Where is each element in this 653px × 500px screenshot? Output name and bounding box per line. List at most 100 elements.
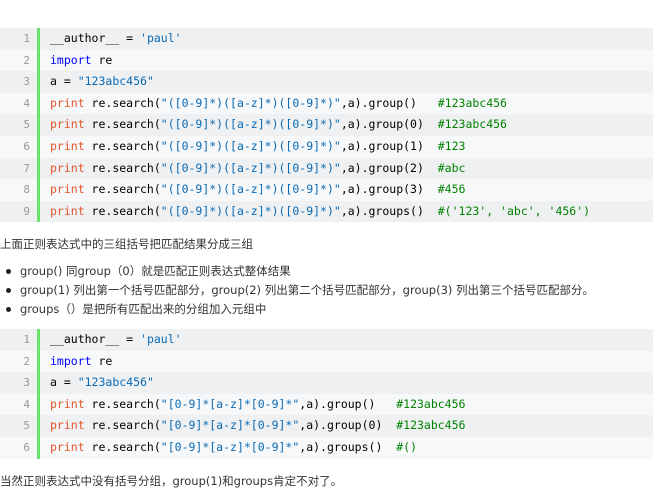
code-token: ,a).group(3) <box>340 182 438 197</box>
code-text: import re <box>50 50 112 72</box>
line-number: 1 <box>23 32 30 45</box>
code-token: 'paul' <box>140 31 182 45</box>
line-number: 5 <box>23 419 30 433</box>
code-text: print re.search("([0-9]*)([a-z]*)([0-9]*… <box>50 179 465 201</box>
code-line: 3 a = "123abc456" <box>0 71 653 93</box>
gutter-bar <box>37 49 40 72</box>
code-token: ,a).groups() <box>299 439 397 454</box>
line-number: 6 <box>23 139 30 153</box>
code-token: "[0-9]*[a-z]*[0-9]*" <box>160 439 300 454</box>
code-line: 7 print re.search("([0-9]*)([a-z]*)([0-9]… <box>0 157 653 180</box>
gutter-bar <box>37 393 40 416</box>
gutter-bar <box>37 28 40 50</box>
code-text: print re.search("([0-9]*)([a-z]*)([0-9]*… <box>50 114 507 136</box>
code-line: 8 print re.search("([0-9]*)([a-z]*)([0-9]… <box>0 179 653 201</box>
code-token: #('123', 'abc', '456') <box>437 203 591 218</box>
list-item: groups（）是把所有匹配出来的分组加入元组中 <box>0 300 594 319</box>
code-line: 2 import re <box>0 49 653 72</box>
code-token: "([0-9]*)([a-z]*)([0-9]*)" <box>160 117 341 132</box>
gutter-bar <box>37 157 40 180</box>
code-token: re.search( <box>84 418 161 433</box>
code-token: import <box>50 353 92 368</box>
line-number: 3 <box>23 376 30 390</box>
code-text: print re.search("[0-9]*[a-z]*[0-9]*",a).… <box>50 415 465 437</box>
list-item: group(1) 列出第一个括号匹配部分，group(2) 列出第二个括号匹配部… <box>0 281 594 300</box>
code-line: 1 __author__ = 'paul' <box>0 329 653 351</box>
code-token: print <box>50 439 85 454</box>
code-token: re <box>91 353 113 368</box>
gutter-bar <box>37 350 40 373</box>
line-number: 6 <box>23 440 30 454</box>
line-number: 3 <box>23 75 30 89</box>
code-block-2: 1 __author__ = 'paul' 2 import re 3 a = "123a… <box>0 329 653 459</box>
code-token: ,a).group(0) <box>299 418 397 433</box>
code-token: a = <box>50 375 78 390</box>
code-token: "([0-9]*)([a-z]*)([0-9]*)" <box>160 95 341 110</box>
code-line: 9 print re.search("([0-9]*)([a-z]*)([0-9]… <box>0 200 653 223</box>
bullet-dot <box>6 269 11 274</box>
code-text: print re.search("([0-9]*)([a-z]*)([0-9]*… <box>50 201 590 223</box>
code-token: "([0-9]*)([a-z]*)([0-9]*)" <box>160 182 341 197</box>
code-block-1: 1 __author__ = 'paul' 2 import re 3 a = "123a… <box>0 28 653 223</box>
code-token: "([0-9]*)([a-z]*)([0-9]*)" <box>160 203 341 218</box>
code-line: 1 __author__ = 'paul' <box>0 28 653 50</box>
code-token: print <box>50 160 85 175</box>
code-token: print <box>50 418 85 433</box>
code-token: #456 <box>437 182 466 197</box>
code-line: 6 print re.search("([0-9]*)([a-z]*)([0-9]… <box>0 135 653 158</box>
code-text: print re.search("([0-9]*)([a-z]*)([0-9]*… <box>50 93 507 115</box>
code-token: print <box>50 138 85 153</box>
code-token: re.search( <box>84 95 161 110</box>
gutter-bar <box>37 114 40 136</box>
code-text: __author__ = 'paul' <box>50 28 182 50</box>
code-token: "([0-9]*)([a-z]*)([0-9]*)" <box>160 138 341 153</box>
line-number: 1 <box>23 333 30 346</box>
paragraph-text: 当然正则表达式中没有括号分组，group(1)和groups肯定不对了。 <box>0 474 343 488</box>
gutter-bar <box>37 92 40 115</box>
code-token: import <box>50 52 92 67</box>
code-token: #123abc456 <box>437 95 507 110</box>
code-token: #abc <box>437 160 466 175</box>
code-token: re <box>91 52 113 67</box>
code-line: 2 import re <box>0 350 653 373</box>
code-token: __author__ = <box>50 31 141 45</box>
line-number: 7 <box>23 161 30 175</box>
code-token: re.search( <box>84 138 161 153</box>
line-number: 8 <box>23 183 30 197</box>
gutter-bar <box>37 329 40 351</box>
code-token: __author__ = <box>50 332 141 346</box>
code-line: 3 a = "123abc456" <box>0 372 653 394</box>
list-item-text: group() 同group（0）就是匹配正则表达式整体结果 <box>20 264 291 278</box>
gutter-bar <box>37 436 40 459</box>
code-token: print <box>50 182 85 197</box>
code-line: 5 print re.search("[0-9]*[a-z]*[0-9]*",a)… <box>0 415 653 437</box>
code-line: 4 print re.search("([0-9]*)([a-z]*)([0-9]… <box>0 92 653 115</box>
gutter-bar <box>37 372 40 394</box>
line-number: 4 <box>23 397 30 411</box>
code-token: #123 <box>437 138 466 153</box>
code-token: re.search( <box>84 396 161 411</box>
code-token: ,a).group(1) <box>340 138 438 153</box>
code-token: #123abc456 <box>396 418 466 433</box>
code-line: 5 print re.search("([0-9]*)([a-z]*)([0-9]… <box>0 114 653 136</box>
code-token: ,a).group() <box>340 95 438 110</box>
code-line: 6 print re.search("[0-9]*[a-z]*[0-9]*",a)… <box>0 436 653 459</box>
list-item-text: group(1) 列出第一个括号匹配部分，group(2) 列出第二个括号匹配部… <box>20 283 595 297</box>
gutter-bar <box>37 135 40 158</box>
code-text: print re.search("([0-9]*)([a-z]*)([0-9]*… <box>50 158 465 180</box>
code-token: "123abc456" <box>77 375 154 390</box>
gutter-bar <box>37 200 40 223</box>
code-token: ,a).group(2) <box>340 160 438 175</box>
code-text: print re.search("([0-9]*)([a-z]*)([0-9]*… <box>50 136 465 158</box>
code-token: "[0-9]*[a-z]*[0-9]*" <box>160 418 300 433</box>
code-token: a = <box>50 74 78 89</box>
code-token: #123abc456 <box>437 117 507 132</box>
code-text: __author__ = 'paul' <box>50 329 182 351</box>
code-token: ,a).groups() <box>340 203 438 218</box>
line-number: 4 <box>23 96 30 110</box>
code-line: 4 print re.search("[0-9]*[a-z]*[0-9]*",a)… <box>0 393 653 416</box>
bullet-dot <box>6 307 11 312</box>
code-text: a = "123abc456" <box>50 71 154 93</box>
line-number: 2 <box>23 354 30 368</box>
code-token: print <box>50 95 85 110</box>
